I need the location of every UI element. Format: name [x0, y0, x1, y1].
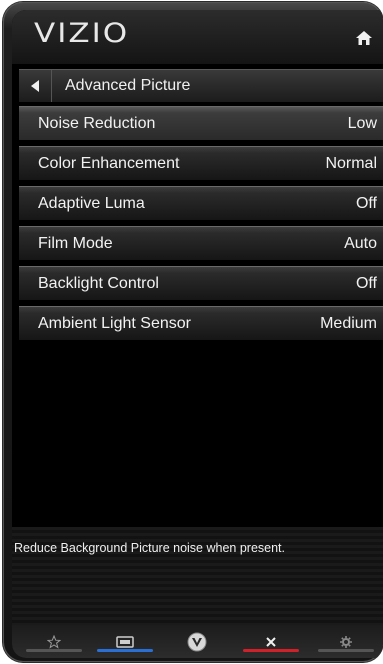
gear-icon	[340, 635, 352, 648]
home-icon[interactable]	[355, 30, 373, 46]
menu-item-value: Auto	[344, 235, 377, 252]
breadcrumb: Advanced Picture	[19, 69, 383, 102]
menu-item-label: Color Enhancement	[38, 155, 180, 172]
menu-item-value: Normal	[325, 155, 377, 172]
favorites-button[interactable]	[26, 625, 82, 658]
favorites-accent-bar	[26, 649, 82, 652]
input-button[interactable]	[97, 625, 153, 658]
menu-item-noise-reduction[interactable]: Noise Reduction Low	[19, 106, 383, 140]
menu-item-label: Film Mode	[38, 235, 113, 252]
close-x-icon	[266, 636, 276, 647]
settings-accent-bar	[318, 649, 374, 652]
top-bar: VIZIO	[12, 10, 383, 64]
menu-item-label: Adaptive Luma	[38, 195, 145, 212]
menu-item-ambient-light-sensor[interactable]: Ambient Light Sensor Medium	[19, 306, 383, 340]
star-icon	[47, 634, 61, 649]
menu-item-color-enhancement[interactable]: Color Enhancement Normal	[19, 146, 383, 180]
settings-button[interactable]	[318, 625, 374, 658]
vizio-button[interactable]	[169, 625, 225, 658]
exit-accent-bar	[243, 649, 299, 652]
menu-item-value: Medium	[320, 315, 377, 332]
menu-item-label: Backlight Control	[38, 275, 159, 292]
menu-item-value: Off	[355, 195, 377, 212]
vizio-v-icon	[187, 632, 207, 651]
page-title: Advanced Picture	[65, 77, 191, 94]
menu-item-value: Low	[347, 115, 377, 132]
description-text: Reduce Background Picture noise when pre…	[14, 541, 285, 555]
back-button[interactable]	[19, 70, 52, 102]
menu-item-label: Noise Reduction	[38, 115, 156, 132]
menu-item-adaptive-luma[interactable]: Adaptive Luma Off	[19, 186, 383, 220]
menu-item-label: Ambient Light Sensor	[38, 315, 191, 332]
vizio-logo: VIZIO	[34, 18, 130, 49]
exit-button[interactable]	[243, 625, 299, 658]
menu-item-backlight-control[interactable]: Backlight Control Off	[19, 266, 383, 300]
menu-item-value: Off	[355, 275, 377, 292]
menu-screen: VIZIO Advanced Picture Noise Reduction L…	[12, 10, 383, 658]
menu-item-film-mode[interactable]: Film Mode Auto	[19, 226, 383, 260]
bottom-nav-bar	[12, 625, 383, 658]
input-icon	[116, 635, 134, 648]
input-accent-bar	[97, 649, 153, 652]
description-panel: Reduce Background Picture noise when pre…	[12, 527, 383, 634]
tv-menu-frame: VIZIO Advanced Picture Noise Reduction L…	[3, 2, 383, 662]
settings-menu: Noise Reduction Low Color Enhancement No…	[19, 106, 383, 346]
back-arrow-icon	[31, 80, 39, 92]
